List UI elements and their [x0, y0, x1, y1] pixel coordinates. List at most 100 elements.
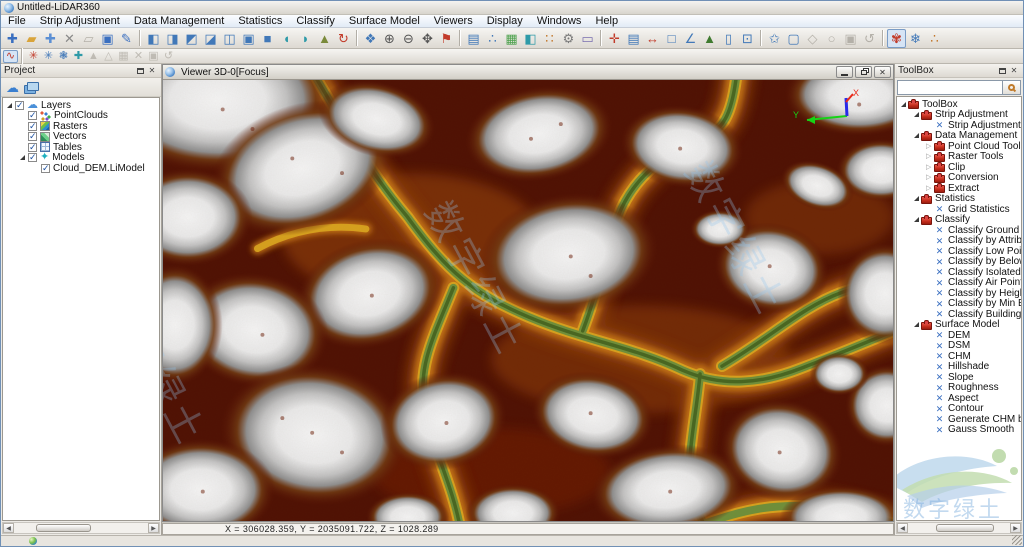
- classified-points-button[interactable]: ∴: [925, 29, 944, 48]
- viewer-title-bar[interactable]: Viewer 3D-0[Focus] ✕: [163, 65, 893, 80]
- pick-point-button[interactable]: ✛: [605, 29, 624, 48]
- tree-item-contour[interactable]: Contour: [899, 404, 1021, 415]
- resize-grip[interactable]: [1012, 535, 1022, 545]
- expand-icon[interactable]: [925, 173, 934, 182]
- open-file-button[interactable]: ▰: [22, 29, 41, 48]
- tree-item-models[interactable]: Models: [5, 153, 159, 164]
- tree-item-rasters[interactable]: Rasters: [5, 121, 159, 132]
- tree-item-classify-by-below-surface[interactable]: Classify by Below Surface: [899, 257, 1021, 268]
- toolbox-float-button[interactable]: [996, 65, 1008, 76]
- save-as-button[interactable]: ✎: [117, 29, 136, 48]
- tree-item-dsm[interactable]: DSM: [899, 341, 1021, 352]
- capture-right-view-button[interactable]: ◗: [296, 29, 315, 48]
- plot-profile-button[interactable]: ∿: [3, 50, 18, 63]
- view-right-button[interactable]: ◪: [201, 29, 220, 48]
- visibility-checkbox[interactable]: [28, 111, 37, 120]
- tree-item-point-cloud-tools[interactable]: Point Cloud Tools: [899, 141, 1021, 152]
- menu-classify[interactable]: Classify: [289, 15, 342, 28]
- menu-viewers[interactable]: Viewers: [427, 15, 480, 28]
- visibility-checkbox[interactable]: [28, 153, 37, 162]
- expand-icon[interactable]: [925, 142, 934, 151]
- zoom-extent-button[interactable]: ❖: [361, 29, 380, 48]
- expand-icon[interactable]: [925, 163, 934, 172]
- tree-item-hillshade[interactable]: Hillshade: [899, 362, 1021, 373]
- display-by-class-button[interactable]: ∴: [483, 29, 502, 48]
- viewer-close-button[interactable]: ✕: [874, 66, 891, 78]
- tree-item-clip[interactable]: Clip: [899, 162, 1021, 173]
- measure-density-button[interactable]: ⊡: [738, 29, 757, 48]
- zoom-out-button[interactable]: ⊖: [399, 29, 418, 48]
- title-bar[interactable]: Untitled-LiDAR360: [1, 1, 1023, 15]
- cross-selection-button[interactable]: ✾: [887, 29, 906, 48]
- tree-item-classify-by-height-above-ground[interactable]: Classify by Height Above Ground: [899, 288, 1021, 299]
- strip-align-c-button[interactable]: ❃: [56, 50, 71, 63]
- tree-item-slope[interactable]: Slope: [899, 372, 1021, 383]
- viewer-3d-canvas[interactable]: 数字绿土 数字绿土 数字绿土 Y X: [163, 80, 893, 521]
- display-by-intensity-button[interactable]: ∷: [540, 29, 559, 48]
- display-by-height-button[interactable]: ▤: [464, 29, 483, 48]
- menu-strip-adjustment[interactable]: Strip Adjustment: [33, 15, 127, 28]
- menu-surface-model[interactable]: Surface Model: [342, 15, 427, 28]
- tree-item-vectors[interactable]: Vectors: [5, 132, 159, 143]
- tree-item-surface-model[interactable]: Surface Model: [899, 320, 1021, 331]
- display-settings-button[interactable]: ⚙: [559, 29, 578, 48]
- view-left-button[interactable]: ◩: [182, 29, 201, 48]
- measure-area-button[interactable]: □: [662, 29, 681, 48]
- profile-view-button[interactable]: ▲: [315, 29, 334, 48]
- collapse-icon[interactable]: [912, 320, 921, 329]
- tree-item-aspect[interactable]: Aspect: [899, 393, 1021, 404]
- tree-item-strip-adjustment[interactable]: Strip Adjustment: [899, 120, 1021, 131]
- menu-file[interactable]: File: [1, 15, 33, 28]
- collapse-icon[interactable]: [18, 153, 27, 162]
- add-strip-button[interactable]: ✚: [71, 50, 86, 63]
- capture-left-view-button[interactable]: ◖: [277, 29, 296, 48]
- attribute-window-button[interactable]: ▤: [624, 29, 643, 48]
- scroll-right-icon[interactable]: ▶: [148, 523, 159, 533]
- project-float-button[interactable]: [134, 65, 146, 76]
- rotate-view-button[interactable]: ↻: [334, 29, 353, 48]
- tree-item-roughness[interactable]: Roughness: [899, 383, 1021, 394]
- tree-item-chm[interactable]: CHM: [899, 351, 1021, 362]
- collapse-icon[interactable]: [912, 215, 921, 224]
- tree-item-generate-chm-by-point-cloud[interactable]: Generate CHM by Point Cloud: [899, 414, 1021, 425]
- strip-align-b-button[interactable]: ✳: [41, 50, 56, 63]
- viewer-minimize-button[interactable]: [836, 66, 853, 78]
- toolbox-close-button[interactable]: ✕: [1008, 65, 1020, 76]
- toolbox-search-button[interactable]: [1003, 80, 1021, 95]
- tree-item-classify-isolated-points[interactable]: Classify Isolated Points: [899, 267, 1021, 278]
- tree-item-tables[interactable]: Tables: [5, 142, 159, 153]
- menu-help[interactable]: Help: [588, 15, 625, 28]
- new-file-button[interactable]: ✚: [3, 29, 22, 48]
- tree-item-raster-tools[interactable]: Raster Tools: [899, 152, 1021, 163]
- add-pointcloud-icon[interactable]: ☁: [6, 81, 19, 94]
- layers-stack-icon[interactable]: [24, 82, 37, 93]
- tree-item-classify-air-points[interactable]: Classify Air Points: [899, 278, 1021, 289]
- collapse-icon[interactable]: [912, 194, 921, 203]
- subsampling-button[interactable]: ❄: [906, 29, 925, 48]
- expand-icon[interactable]: [925, 184, 934, 193]
- remove-data-button[interactable]: ✕: [60, 29, 79, 48]
- toolbox-search-input[interactable]: [897, 80, 1003, 95]
- menu-display[interactable]: Display: [480, 15, 530, 28]
- collapse-icon[interactable]: [899, 100, 908, 109]
- zoom-in-button[interactable]: ⊕: [380, 29, 399, 48]
- strip-align-a-button[interactable]: ✳: [26, 50, 41, 63]
- clipboard-button[interactable]: ▱: [79, 29, 98, 48]
- tree-item-classify-buildings[interactable]: Classify Buildings: [899, 309, 1021, 320]
- measure-distance-button[interactable]: ↔: [643, 29, 662, 48]
- tree-item-data-management[interactable]: Data Management: [899, 131, 1021, 142]
- scroll-right-icon[interactable]: ▶: [1010, 523, 1021, 533]
- collapse-icon[interactable]: [912, 110, 921, 119]
- measure-volume-button[interactable]: ▯: [719, 29, 738, 48]
- tree-item-conversion[interactable]: Conversion: [899, 173, 1021, 184]
- tree-item-dem[interactable]: DEM: [899, 330, 1021, 341]
- view-front-button[interactable]: ◧: [144, 29, 163, 48]
- split-view-button[interactable]: ◧: [521, 29, 540, 48]
- pin-view-button[interactable]: ⚑: [437, 29, 456, 48]
- tree-item-layers[interactable]: Layers: [5, 100, 159, 111]
- select-lasso-button[interactable]: ✩: [765, 29, 784, 48]
- project-hscrollbar[interactable]: ◀ ▶: [2, 522, 160, 534]
- view-bottom-button[interactable]: ▣: [239, 29, 258, 48]
- tree-item-pointclouds[interactable]: PointClouds: [5, 111, 159, 122]
- tree-item-cloud-dem-limodel[interactable]: Cloud_DEM.LiModel: [5, 163, 159, 174]
